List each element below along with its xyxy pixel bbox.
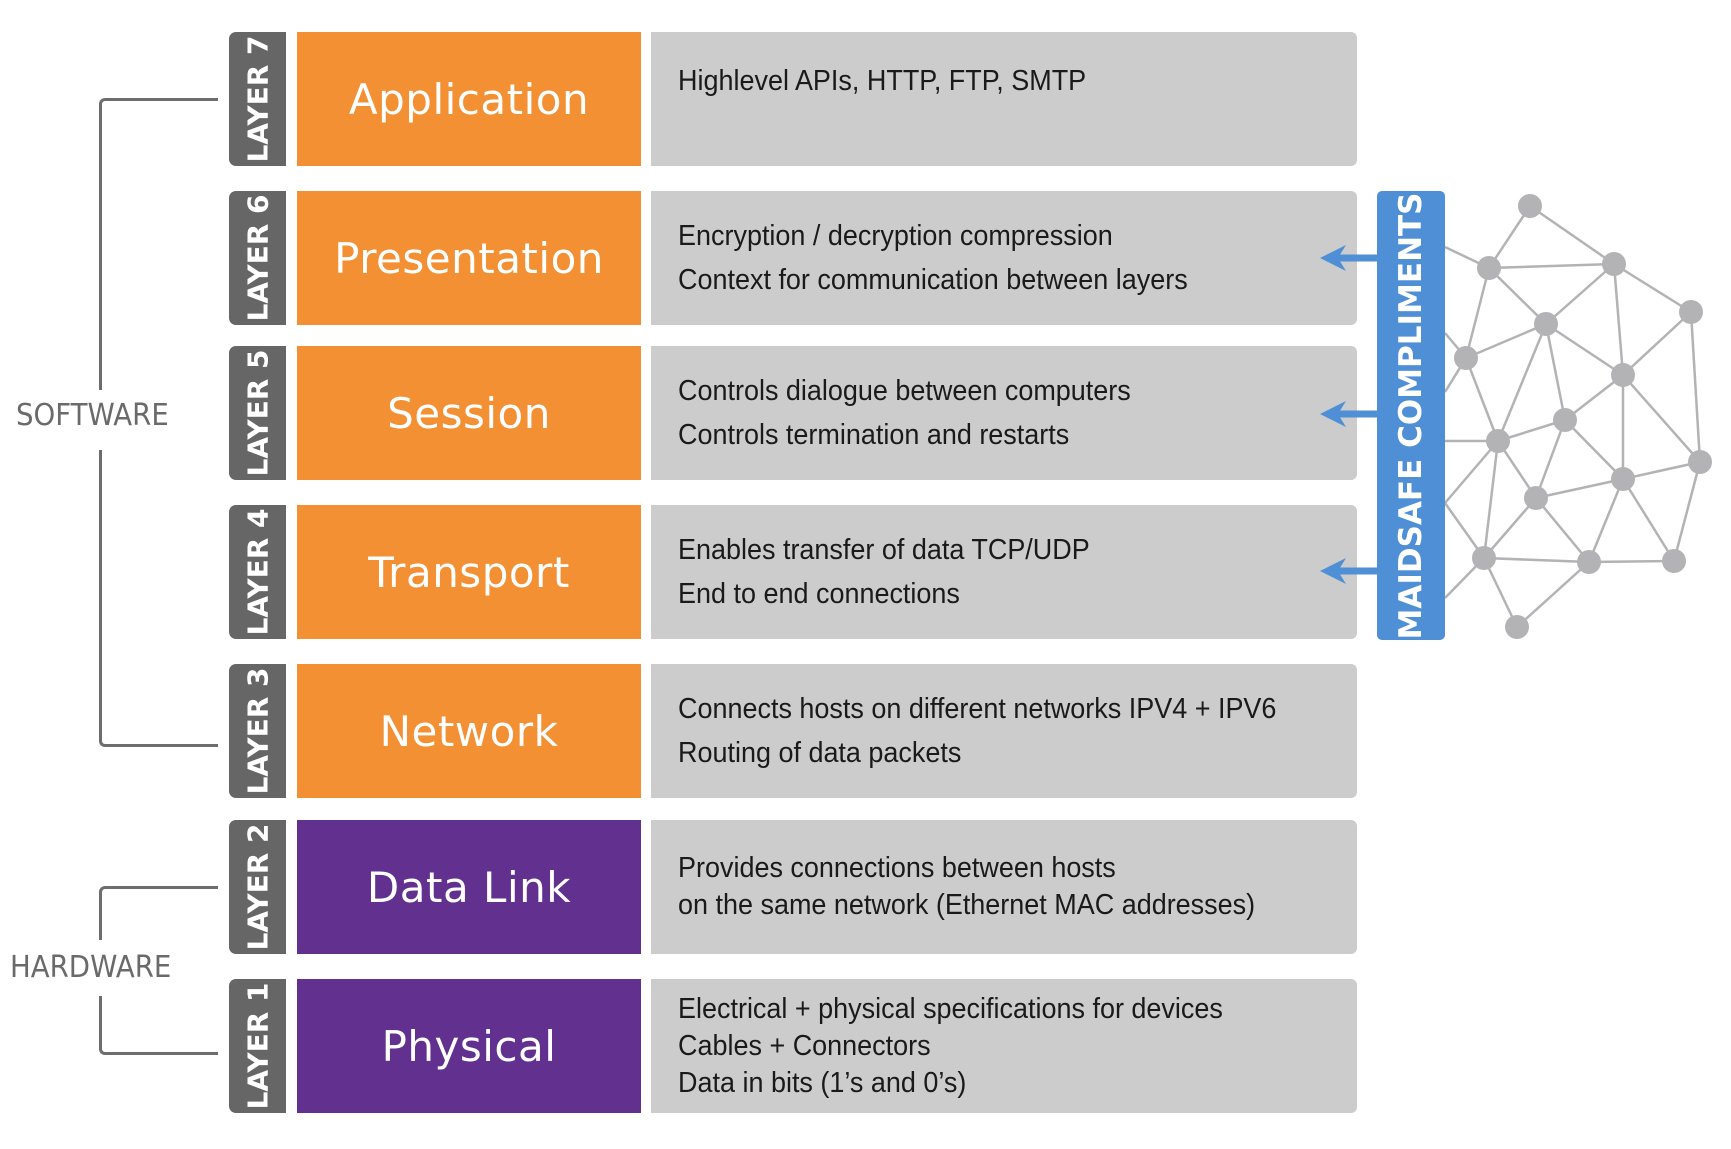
mesh-edge bbox=[1588, 559, 1675, 564]
mesh-edge bbox=[1587, 478, 1625, 563]
mesh-node bbox=[1454, 346, 1478, 370]
mesh-node bbox=[1679, 300, 1703, 324]
mesh-edge bbox=[1622, 374, 1701, 463]
mesh-edge bbox=[1544, 323, 1567, 421]
mesh-node bbox=[1472, 546, 1496, 570]
mesh-edge bbox=[1672, 461, 1702, 562]
mesh-edge bbox=[1613, 262, 1692, 314]
mesh-edge bbox=[1464, 357, 1500, 442]
mesh-edge bbox=[1689, 311, 1702, 463]
mesh-edge bbox=[1444, 440, 1499, 504]
mesh-node bbox=[1505, 615, 1529, 639]
mesh-node bbox=[1553, 408, 1577, 432]
mesh-edge bbox=[1488, 262, 1615, 270]
mesh-edge bbox=[1545, 322, 1624, 377]
mesh-edge bbox=[1464, 267, 1491, 359]
mesh-node bbox=[1486, 429, 1510, 453]
network-mesh-icon bbox=[1320, 194, 1712, 639]
mesh-node bbox=[1518, 194, 1542, 218]
mesh-edge bbox=[1564, 419, 1624, 480]
mesh-node bbox=[1534, 312, 1558, 336]
mesh-edge bbox=[1516, 561, 1590, 628]
mesh-node bbox=[1611, 467, 1635, 491]
arrow-left-icon bbox=[1320, 558, 1377, 584]
mesh-edge bbox=[1621, 478, 1676, 562]
mesh-edge bbox=[1622, 311, 1692, 376]
mesh-node bbox=[1477, 256, 1501, 280]
mesh-edge bbox=[1534, 419, 1567, 499]
mesh-node bbox=[1611, 363, 1635, 387]
maidsafe-bar: MAIDSAFE COMPLIMENTS bbox=[1377, 191, 1445, 640]
maidsafe-label: MAIDSAFE COMPLIMENTS bbox=[1393, 192, 1429, 639]
mesh-edge bbox=[1535, 497, 1590, 563]
mesh-node bbox=[1602, 252, 1626, 276]
arrow-left-icon bbox=[1320, 401, 1377, 427]
mesh-edge bbox=[1545, 263, 1615, 325]
mesh-node bbox=[1662, 549, 1686, 573]
mesh-edge bbox=[1535, 477, 1624, 500]
mesh-edge bbox=[1483, 556, 1590, 564]
mesh-node bbox=[1577, 550, 1601, 574]
mesh-edge bbox=[1612, 263, 1625, 376]
arrow-left-icon bbox=[1320, 245, 1377, 271]
mesh-node bbox=[1524, 486, 1548, 510]
mesh-edge bbox=[1529, 204, 1615, 266]
mesh-node bbox=[1688, 450, 1712, 474]
mesh-edge bbox=[1482, 440, 1500, 559]
